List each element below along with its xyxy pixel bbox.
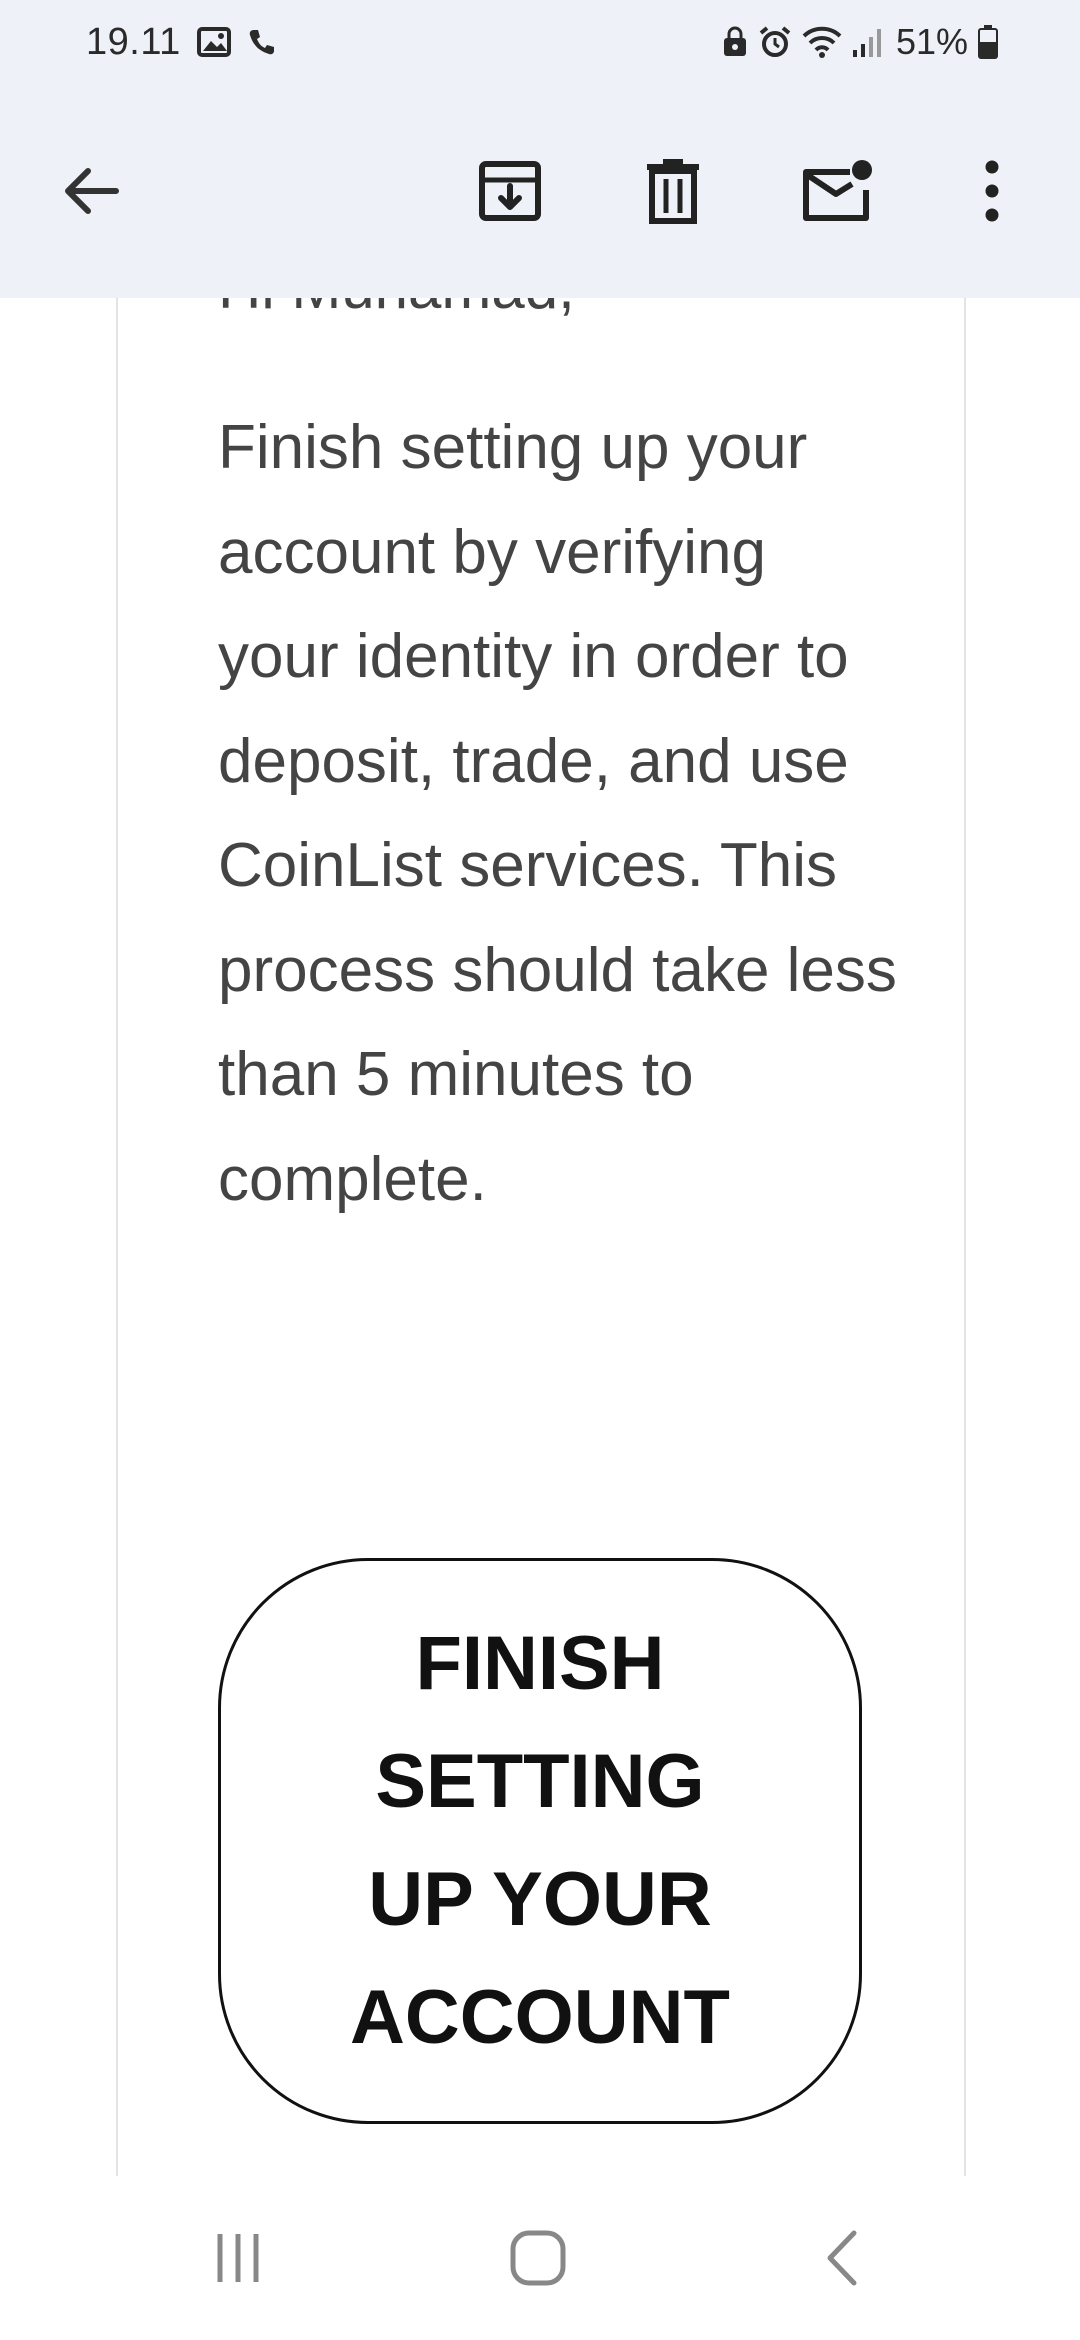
wifi-icon: [802, 26, 842, 58]
recent-apps-icon: [217, 2234, 259, 2282]
battery-icon: [978, 25, 998, 59]
email-content[interactable]: Hi Muhamad, Finish setting up your accou…: [0, 298, 1080, 2176]
more-options-icon: [985, 160, 999, 222]
email-card: Hi Muhamad, Finish setting up your accou…: [116, 298, 966, 2176]
nav-back-button[interactable]: [782, 2198, 902, 2318]
status-bar: 19.11 51%: [0, 0, 1080, 84]
status-left: 19.11: [86, 18, 277, 66]
status-time: 19.11: [86, 20, 181, 63]
finish-setup-button[interactable]: FINISH SETTING UP YOUR ACCOUNT: [218, 1558, 862, 2124]
recent-apps-button[interactable]: [178, 2198, 298, 2318]
email-greeting: Hi Muhamad,: [218, 298, 575, 318]
back-arrow-icon: [65, 168, 119, 214]
signal-icon: [852, 29, 881, 57]
nav-back-icon: [827, 2230, 857, 2286]
home-button[interactable]: [478, 2198, 598, 2318]
mark-unread-button[interactable]: [789, 143, 885, 239]
mark-unread-icon: [803, 160, 872, 221]
system-nav-bar: [0, 2176, 1080, 2340]
status-right: 51%: [712, 18, 998, 66]
gallery-icon: [196, 27, 231, 57]
email-body-text: Finish setting up your account by verify…: [218, 413, 897, 1214]
more-options-button[interactable]: [944, 143, 1040, 239]
alarm-icon: [759, 26, 791, 57]
archive-button[interactable]: [462, 143, 558, 239]
archive-icon: [479, 161, 541, 221]
lock-icon: [723, 26, 746, 56]
finish-setup-button-label: FINISH SETTING UP YOUR ACCOUNT: [350, 1621, 730, 2060]
email-toolbar: [0, 84, 1080, 298]
delete-button[interactable]: [625, 143, 721, 239]
battery-percent: 51%: [895, 21, 968, 62]
home-icon: [510, 2230, 566, 2286]
phone-call-icon: [249, 30, 274, 55]
back-button[interactable]: [44, 143, 140, 239]
delete-icon: [647, 159, 699, 224]
